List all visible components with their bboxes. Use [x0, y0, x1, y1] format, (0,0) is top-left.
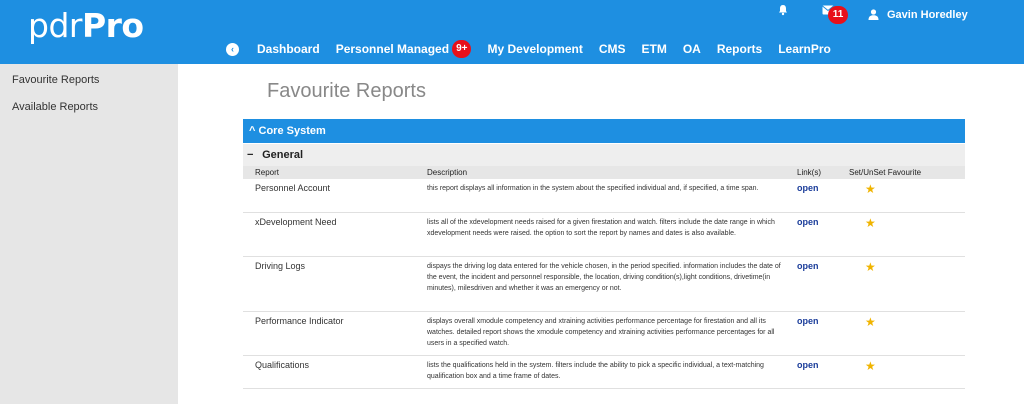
sidebar-item-available-reports[interactable]: Available Reports	[0, 94, 178, 121]
open-link[interactable]: open	[797, 316, 819, 326]
open-link[interactable]: open	[797, 217, 819, 227]
report-name: Qualifications	[243, 355, 421, 389]
star-icon[interactable]: ★	[865, 316, 876, 328]
nav-personnel-managed[interactable]: Personnel Managed 9+	[336, 40, 472, 58]
chevron-up-icon: ^	[249, 125, 256, 137]
nav-dashboard[interactable]: Dashboard	[257, 42, 320, 56]
table-row: Performance Indicator displays overall x…	[243, 311, 965, 356]
report-description: dispays the driving log data entered for…	[421, 256, 791, 312]
reports-table: Report Description Link(s) Set/UnSet Fav…	[243, 166, 965, 389]
report-description: lists all of the xdevelopment needs rais…	[421, 212, 791, 257]
logo-bold-text: Pro	[81, 6, 144, 45]
star-icon[interactable]: ★	[865, 261, 876, 273]
table-header-row: Report Description Link(s) Set/UnSet Fav…	[243, 166, 965, 179]
group-header-general[interactable]: − General	[243, 144, 965, 166]
column-header-favourite: Set/UnSet Favourite	[843, 166, 965, 179]
section-header-core-system[interactable]: ^ Core System	[243, 119, 965, 143]
report-description: this report displays all information in …	[421, 179, 791, 213]
user-icon[interactable]	[868, 9, 879, 20]
column-header-report: Report	[243, 166, 421, 179]
page-title: Favourite Reports	[267, 80, 426, 102]
report-name: Personnel Account	[243, 179, 421, 213]
section-label: Core System	[258, 125, 326, 137]
nav-label: Dashboard	[257, 42, 320, 56]
bell-icon[interactable]	[777, 4, 789, 16]
nav-label: ETM	[641, 42, 667, 56]
nav-my-development[interactable]: My Development	[487, 42, 582, 56]
report-description: displays overall xmodule competency and …	[421, 311, 791, 356]
report-name: xDevelopment Need	[243, 212, 421, 257]
group-label: General	[262, 149, 304, 161]
report-name: Driving Logs	[243, 256, 421, 312]
nav-label: LearnPro	[778, 42, 831, 56]
nav-learnpro[interactable]: LearnPro	[778, 42, 831, 56]
notification-badge: 9+	[452, 40, 472, 58]
nav-label: OA	[682, 42, 701, 56]
user-name[interactable]: Gavin Horedley	[887, 9, 968, 21]
logo-light-text: pdr	[28, 6, 82, 45]
column-header-description: Description	[421, 166, 791, 179]
logo[interactable]: pdrPro	[28, 6, 144, 45]
top-bar: pdrPro 11 Gavin Horedley ‹ Dashboard Per…	[0, 0, 1024, 64]
report-description: lists the qualifications held in the sys…	[421, 355, 791, 389]
table-row: Driving Logs dispays the driving log dat…	[243, 256, 965, 312]
nav-label: Personnel Managed	[335, 42, 450, 56]
sidebar-item-favourite-reports[interactable]: Favourite Reports	[0, 67, 178, 94]
report-name: Performance Indicator	[243, 311, 421, 356]
open-link[interactable]: open	[797, 261, 819, 271]
table-row: Personnel Account this report displays a…	[243, 179, 965, 213]
table-row: Qualifications lists the qualifications …	[243, 355, 965, 389]
nav-cms[interactable]: CMS	[599, 42, 626, 56]
column-header-links: Link(s)	[791, 166, 843, 179]
nav-label: Reports	[716, 42, 763, 56]
chevron-left-icon[interactable]: ‹	[226, 42, 239, 56]
mail-count-badge[interactable]: 11	[828, 6, 848, 24]
open-link[interactable]: open	[797, 183, 819, 193]
open-link[interactable]: open	[797, 360, 819, 370]
main-nav: ‹ Dashboard Personnel Managed 9+ My Devel…	[226, 38, 847, 60]
star-icon[interactable]: ★	[865, 217, 876, 229]
star-icon[interactable]: ★	[865, 183, 876, 195]
star-icon[interactable]: ★	[865, 360, 876, 372]
nav-label: CMS	[598, 42, 626, 56]
collapse-icon: −	[247, 149, 254, 161]
table-row: xDevelopment Need lists all of the xdeve…	[243, 212, 965, 257]
nav-etm[interactable]: ETM	[642, 42, 667, 56]
nav-reports[interactable]: Reports	[717, 42, 762, 56]
nav-label: My Development	[487, 42, 583, 56]
nav-oa[interactable]: OA	[683, 42, 701, 56]
sidebar: Favourite Reports Available Reports	[0, 64, 178, 404]
main-content: Favourite Reports ^ Core System − Genera…	[178, 64, 1024, 404]
